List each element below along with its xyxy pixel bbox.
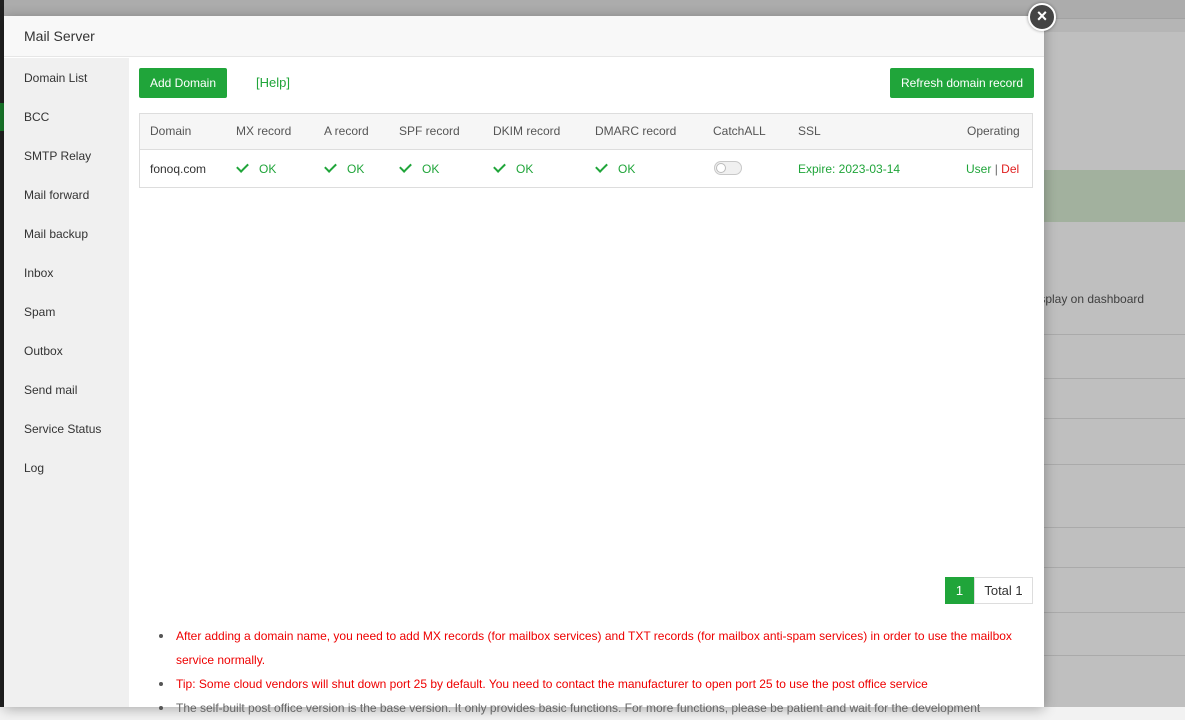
separator: |	[994, 162, 998, 176]
dkim-status: OK	[493, 160, 533, 176]
sidebar-item-inbox[interactable]: Inbox	[24, 266, 53, 280]
column-header-domain: Domain	[150, 124, 192, 138]
domain-name: fonoq.com	[150, 162, 207, 176]
column-header-a: A record	[324, 124, 369, 138]
help-link[interactable]: [Help]	[256, 75, 290, 90]
dmarc-status: OK	[595, 160, 635, 176]
check-icon	[399, 160, 412, 173]
ssl-expiry: Expire: 2023-03-14	[798, 162, 901, 176]
check-icon	[493, 160, 506, 173]
sidebar-item-spam[interactable]: Spam	[24, 305, 55, 319]
sidebar-item-smtp-relay[interactable]: SMTP Relay	[24, 149, 91, 163]
user-link[interactable]: User	[966, 162, 991, 176]
a-status: OK	[324, 160, 364, 176]
sidebar-item-mail-forward[interactable]: Mail forward	[24, 188, 89, 202]
column-header-dmarc: DMARC record	[595, 124, 677, 138]
add-domain-button[interactable]: Add Domain	[139, 68, 227, 98]
domain-table: Domain MX record A record SPF record DKI…	[139, 113, 1033, 188]
close-icon[interactable]: ×	[1028, 3, 1056, 31]
sidebar-item-domain-list[interactable]: Domain List	[24, 71, 87, 85]
tips-list: After adding a domain name, you need to …	[159, 624, 1029, 720]
column-header-mx: MX record	[236, 124, 292, 138]
column-header-ssl: SSL	[798, 124, 821, 138]
page-1-button[interactable]: 1	[945, 577, 974, 604]
tip-item: Tip: Some cloud vendors will shut down p…	[159, 672, 1029, 696]
check-icon	[236, 160, 249, 173]
sidebar-item-bcc[interactable]: BCC	[24, 110, 49, 124]
column-header-catchall: CatchALL	[713, 124, 766, 138]
mx-status: OK	[236, 160, 276, 176]
dialog-title: Mail Server	[4, 16, 1044, 57]
catchall-toggle[interactable]	[714, 161, 742, 175]
column-header-operating: Operating	[967, 124, 1020, 138]
sidebar-item-outbox[interactable]: Outbox	[24, 344, 63, 358]
sidebar-item-mail-backup[interactable]: Mail backup	[24, 227, 88, 241]
sidebar-item-log[interactable]: Log	[24, 461, 44, 475]
toggle-knob	[716, 163, 726, 173]
refresh-domain-record-button[interactable]: Refresh domain record	[890, 68, 1034, 98]
tip-item: After adding a domain name, you need to …	[159, 624, 1029, 672]
operating-actions: User | Del	[966, 162, 1019, 176]
spf-status: OK	[399, 160, 439, 176]
tip-item: The self-built post office version is th…	[159, 696, 1029, 720]
column-header-spf: SPF record	[399, 124, 460, 138]
delete-link[interactable]: Del	[1001, 162, 1019, 176]
check-icon	[324, 160, 337, 173]
check-icon	[595, 160, 608, 173]
sidebar-item-send-mail[interactable]: Send mail	[24, 383, 77, 397]
pagination-total: Total 1	[974, 577, 1033, 604]
column-header-dkim: DKIM record	[493, 124, 561, 138]
sidebar-item-service-status[interactable]: Service Status	[24, 422, 101, 436]
table-header: Domain MX record A record SPF record DKI…	[140, 114, 1032, 150]
